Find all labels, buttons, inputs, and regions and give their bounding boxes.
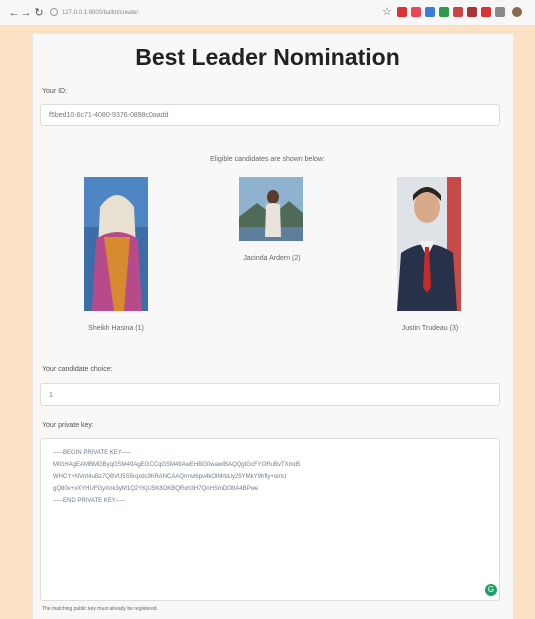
- eligible-caption: Eligible candidates are shown below:: [210, 156, 325, 163]
- grammarly-icon[interactable]: G: [485, 584, 497, 596]
- back-icon[interactable]: ←: [8, 6, 20, 20]
- candidate-2-photo[interactable]: [239, 177, 303, 241]
- extension-icon[interactable]: [411, 7, 421, 17]
- private-key-label: Your private key:: [42, 422, 94, 429]
- star-icon[interactable]: ☆: [382, 5, 392, 19]
- key-line: WHCY+NVrrl4uBz7QBVU5S5rqxdc9hRANCAAQrmvl…: [53, 474, 287, 480]
- candidate-1-name: Sheikh Hasina (1): [88, 325, 144, 332]
- your-id-label: Your ID:: [42, 88, 68, 95]
- public-key-hint: The matching public key must already be …: [42, 606, 158, 612]
- extension-icon[interactable]: [453, 7, 463, 17]
- key-line: -----BEGIN PRIVATE KEY-----: [53, 450, 132, 456]
- choice-label: Your candidate choice:: [42, 366, 113, 373]
- puzzle-icon[interactable]: [495, 7, 505, 17]
- extension-icon[interactable]: [425, 7, 435, 17]
- key-line: -----END PRIVATE KEY-----: [53, 498, 126, 504]
- candidate-1-photo[interactable]: [84, 177, 148, 311]
- extension-icon[interactable]: [439, 7, 449, 17]
- forward-icon[interactable]: →: [20, 6, 32, 20]
- extension-icon[interactable]: [467, 7, 477, 17]
- extension-icon[interactable]: [481, 7, 491, 17]
- info-icon[interactable]: [50, 8, 58, 17]
- candidate-2-name: Jacinda Ardern (2): [243, 255, 301, 262]
- page-title: Best Leader Nomination: [135, 44, 400, 70]
- address-bar[interactable]: 127.0.0.1:8000/ballot/create/: [50, 5, 340, 21]
- candidate-choice-input[interactable]: 1: [40, 383, 500, 406]
- browser-toolbar: ← → ↻ 127.0.0.1:8000/ballot/create/ ☆: [0, 0, 535, 26]
- key-line: MIGHAgEAMBMGByqGSM49AgEGCCqGSM49AwEHBG0w…: [53, 462, 301, 468]
- profile-icon[interactable]: [512, 7, 522, 17]
- url-text: 127.0.0.1:8000/ballot/create/: [62, 10, 139, 16]
- private-key-textarea[interactable]: -----BEGIN PRIVATE KEY----- MIGHAgEAMBMG…: [40, 438, 500, 601]
- your-id-field[interactable]: f5bed10-6c71-4080-9376-0898c0aadd: [40, 104, 500, 126]
- candidate-3-photo[interactable]: [397, 177, 461, 311]
- extension-icon[interactable]: [397, 7, 407, 17]
- candidate-3-name: Justin Trudeau (3): [401, 325, 459, 332]
- reload-icon[interactable]: ↻: [33, 6, 45, 20]
- key-line: gQ80v+xXYHUFGyXnk3yM1Q2YKjU5K8OKBQRxh3H7…: [53, 486, 259, 492]
